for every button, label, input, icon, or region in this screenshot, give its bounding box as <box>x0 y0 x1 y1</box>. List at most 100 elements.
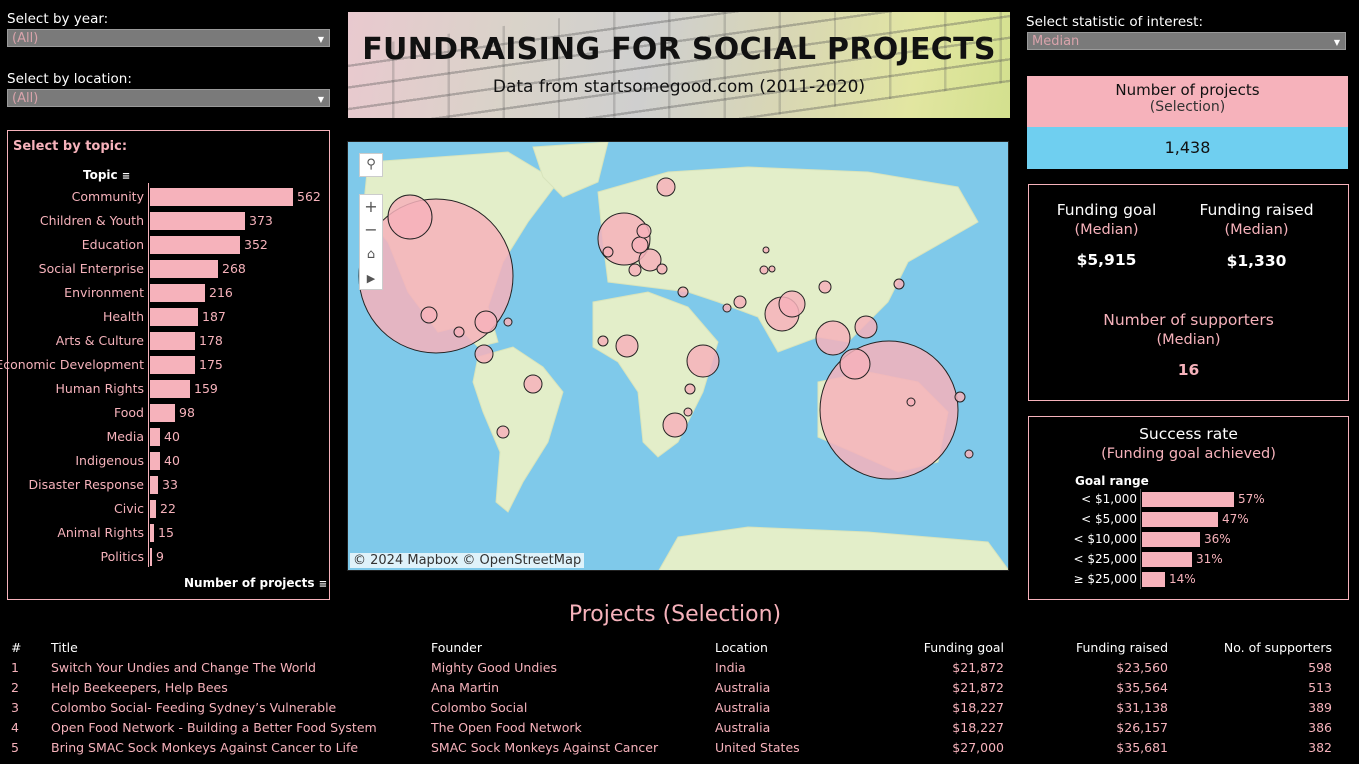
topic-label[interactable]: Civic <box>114 501 144 516</box>
topic-bar[interactable] <box>150 284 205 302</box>
success-value: 31% <box>1196 552 1223 566</box>
map-attribution[interactable]: © 2024 Mapbox © OpenStreetMap <box>350 553 585 568</box>
success-bar-row[interactable]: < $1,000 57% <box>1029 490 1349 510</box>
success-bar[interactable] <box>1142 552 1192 567</box>
topic-label[interactable]: Disaster Response <box>28 477 144 492</box>
topic-bar-row[interactable]: Economic Development 175 <box>0 354 331 378</box>
sort-icon[interactable]: ≡ <box>319 579 327 590</box>
success-bar[interactable] <box>1142 572 1165 587</box>
topic-bar[interactable] <box>150 500 156 518</box>
topic-value: 175 <box>199 357 223 372</box>
topic-bar-row[interactable]: Human Rights 159 <box>1 378 331 402</box>
bubble-guatemala <box>453 326 465 338</box>
topic-bar[interactable] <box>150 428 160 446</box>
topic-bar-row[interactable]: Health 187 <box>1 306 331 330</box>
year-dropdown[interactable]: (All) ▼ <box>7 29 330 47</box>
topic-label[interactable]: Social Enterprise <box>39 261 144 276</box>
topic-bar-row[interactable]: Civic 22 <box>1 498 331 522</box>
topic-bar-row[interactable]: Indigenous 40 <box>1 450 331 474</box>
bubble-egypt <box>677 286 689 298</box>
topic-bar-chart: Community 562 Children & Youth 373 Education… <box>0 186 331 576</box>
home-icon[interactable]: ⌂ <box>360 243 382 267</box>
statistic-dropdown[interactable]: Median ▼ <box>1027 32 1346 50</box>
location-dropdown[interactable]: (All) ▼ <box>7 89 330 107</box>
chevron-down-icon[interactable]: ▼ <box>318 31 324 48</box>
success-bar-row[interactable]: < $5,000 47% <box>1029 510 1349 530</box>
search-icon[interactable]: ⚲ <box>359 153 383 177</box>
topic-bar[interactable] <box>150 236 240 254</box>
col-header-funding-raised: Funding raised <box>1076 640 1168 655</box>
topic-bar[interactable] <box>150 548 152 566</box>
world-map[interactable]: ⚲ + − ⌂ ▶ © 2024 Mapbox © OpenStreetMap <box>347 141 1009 571</box>
topic-bar-row[interactable]: Children & Youth 373 <box>1 210 331 234</box>
topic-bar-row[interactable]: Education 352 <box>1 234 331 258</box>
topic-bar-row[interactable]: Social Enterprise 268 <box>1 258 331 282</box>
num-projects-value: 1,438 <box>1027 127 1348 169</box>
topic-label[interactable]: Community <box>72 189 144 204</box>
supporters-subtitle: (Median) <box>1156 332 1221 348</box>
topic-label[interactable]: Animal Rights <box>57 525 144 540</box>
bubble-kazakhstan <box>762 246 770 254</box>
bubble-us-south <box>420 306 438 324</box>
cell-funding-raised: $31,138 <box>1116 700 1168 715</box>
topic-bar-row[interactable]: Environment 216 <box>1 282 331 306</box>
topic-label[interactable]: Human Rights <box>56 381 144 396</box>
topic-bar-row[interactable]: Politics 9 <box>1 546 331 570</box>
topic-label[interactable]: Indigenous <box>75 453 144 468</box>
funding-goal-value: $5,915 <box>1076 251 1137 269</box>
topic-value: 15 <box>158 525 174 540</box>
play-icon[interactable]: ▶ <box>360 267 382 291</box>
topic-label[interactable]: Economic Development <box>0 357 144 372</box>
topic-bar-row[interactable]: Media 40 <box>1 426 331 450</box>
topic-bar[interactable] <box>150 524 154 542</box>
topic-bar-row[interactable]: Disaster Response 33 <box>1 474 331 498</box>
topic-value: 22 <box>160 501 176 516</box>
cell-title: Colombo Social- Feeding Sydney’s Vulnera… <box>51 700 337 715</box>
projects-table-title: Projects (Selection) <box>568 602 782 627</box>
col-header-funding-goal: Funding goal <box>923 640 1004 655</box>
map-canvas[interactable] <box>348 142 1009 571</box>
topic-label[interactable]: Food <box>114 405 144 420</box>
bubble-uae <box>722 303 732 313</box>
success-subtitle: (Funding goal achieved) <box>1101 446 1276 462</box>
topic-label[interactable]: Education <box>82 237 144 252</box>
topic-bar[interactable] <box>150 404 175 422</box>
topic-header-label: Topic <box>83 168 118 182</box>
sort-icon[interactable]: ≡ <box>122 171 130 182</box>
chevron-down-icon[interactable]: ▼ <box>318 91 324 108</box>
success-bar-row[interactable]: ≥ $25,000 14% <box>1029 570 1349 590</box>
topic-bar-row[interactable]: Community 562 <box>1 186 331 210</box>
success-bar[interactable] <box>1142 492 1234 507</box>
topic-bar[interactable] <box>150 332 195 350</box>
success-bar-row[interactable]: < $25,000 31% <box>1029 550 1349 570</box>
success-bar[interactable] <box>1142 512 1218 527</box>
topic-label[interactable]: Health <box>103 309 144 324</box>
topic-bar[interactable] <box>150 188 293 206</box>
success-bar-row[interactable]: < $10,000 36% <box>1029 530 1349 550</box>
cell-index: 5 <box>11 740 19 755</box>
success-value: 57% <box>1238 492 1265 506</box>
zoom-out-icon[interactable]: − <box>360 219 382 243</box>
topic-bar[interactable] <box>150 260 218 278</box>
zoom-in-icon[interactable]: + <box>360 195 382 219</box>
topic-bar[interactable] <box>150 356 195 374</box>
cell-location: United States <box>715 740 800 755</box>
chevron-down-icon[interactable]: ▼ <box>1334 34 1340 51</box>
topic-bar-row[interactable]: Arts & Culture 178 <box>1 330 331 354</box>
topic-bar[interactable] <box>150 452 160 470</box>
topic-label[interactable]: Environment <box>64 285 144 300</box>
topic-bar-row[interactable]: Animal Rights 15 <box>1 522 331 546</box>
topic-bar[interactable] <box>150 476 158 494</box>
cell-funding-raised: $35,564 <box>1116 680 1168 695</box>
cell-location: Australia <box>715 700 771 715</box>
topic-bar[interactable] <box>150 212 245 230</box>
topic-label[interactable]: Children & Youth <box>40 213 144 228</box>
topic-label[interactable]: Politics <box>101 549 144 564</box>
success-bar[interactable] <box>1142 532 1200 547</box>
topic-label[interactable]: Media <box>106 429 144 444</box>
topic-bar[interactable] <box>150 308 198 326</box>
topic-bar[interactable] <box>150 380 190 398</box>
col-header-supporters: No. of supporters <box>1223 640 1332 655</box>
topic-bar-row[interactable]: Food 98 <box>1 402 331 426</box>
topic-label[interactable]: Arts & Culture <box>56 333 144 348</box>
